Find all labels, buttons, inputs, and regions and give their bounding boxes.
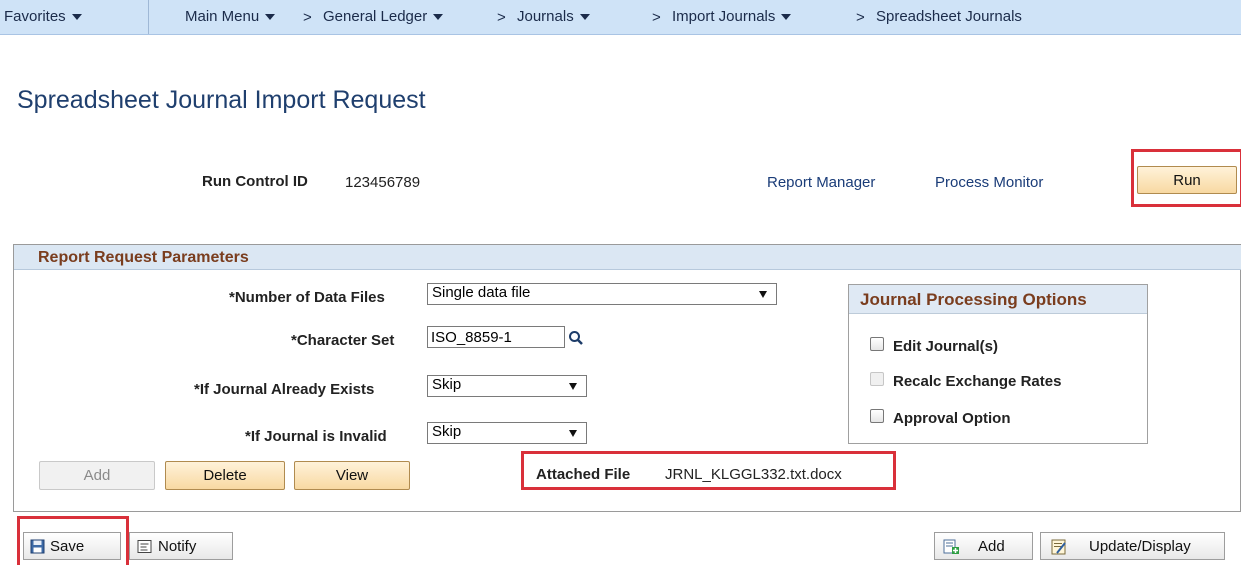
recalc-exchange-rates-label: Recalc Exchange Rates <box>893 373 1062 390</box>
number-of-data-files-select[interactable]: Single data file <box>427 283 777 305</box>
if-journal-is-invalid-select[interactable]: Skip <box>427 422 587 444</box>
main-menu[interactable]: Main Menu <box>185 9 276 25</box>
add-toolbar-button[interactable]: Add <box>934 532 1033 560</box>
process-monitor-link[interactable]: Process Monitor <box>935 174 1043 191</box>
notify-button[interactable]: Notify <box>129 532 233 560</box>
update-display-icon <box>1051 539 1066 555</box>
breadcrumb-journals[interactable]: Journals <box>517 9 590 25</box>
edit-journals-label: Edit Journal(s) <box>893 338 999 355</box>
favorites-menu[interactable]: Favorites <box>4 9 82 25</box>
number-of-data-files-value: Single data file <box>432 284 531 301</box>
chevron-down-icon <box>265 14 276 21</box>
dropdown-arrow-icon <box>569 430 577 437</box>
if-journal-is-invalid-label: *If Journal is Invalid <box>245 428 387 445</box>
run-control-id-value: 123456789 <box>345 174 421 191</box>
approval-option-checkbox[interactable] <box>870 409 884 423</box>
notify-icon <box>137 540 152 553</box>
add-page-icon <box>943 539 959 554</box>
breadcrumb-separator: > <box>303 9 312 26</box>
character-set-input[interactable] <box>427 326 565 348</box>
breadcrumb-general-ledger[interactable]: General Ledger <box>323 9 444 25</box>
breadcrumb-import-journals[interactable]: Import Journals <box>672 9 792 25</box>
dropdown-arrow-icon <box>759 291 767 298</box>
update-display-label: Update/Display <box>1089 538 1191 555</box>
breadcrumb-separator: > <box>652 9 661 26</box>
if-journal-already-exists-select[interactable]: Skip <box>427 375 587 397</box>
character-set-label: *Character Set <box>291 332 395 349</box>
notify-label: Notify <box>158 538 197 555</box>
chevron-down-icon <box>433 14 444 21</box>
approval-option-label: Approval Option <box>893 410 1011 427</box>
add-file-button[interactable]: Add <box>39 461 155 490</box>
chevron-down-icon <box>781 14 792 21</box>
chevron-down-icon <box>71 14 82 21</box>
delete-file-button[interactable]: Delete <box>165 461 285 490</box>
attached-file-highlight-box <box>521 451 896 490</box>
number-of-data-files-label: *Number of Data Files <box>229 289 385 306</box>
edit-journals-checkbox[interactable] <box>870 337 884 351</box>
dropdown-arrow-icon <box>569 383 577 390</box>
if-journal-already-exists-value: Skip <box>432 376 462 393</box>
chevron-down-icon <box>579 14 590 21</box>
breadcrumb-separator: > <box>497 9 506 26</box>
run-highlight-box <box>1131 149 1241 207</box>
add-toolbar-label: Add <box>978 538 1005 555</box>
recalc-exchange-rates-checkbox[interactable] <box>870 372 884 386</box>
save-highlight-box <box>17 516 129 565</box>
if-journal-is-invalid-value: Skip <box>432 423 462 440</box>
breadcrumb-separator: > <box>856 9 865 26</box>
breadcrumb-spreadsheet-journals[interactable]: Spreadsheet Journals <box>876 9 1022 25</box>
run-control-id-label: Run Control ID <box>202 173 308 190</box>
journal-processing-options-title: Journal Processing Options <box>860 290 1087 309</box>
view-file-button[interactable]: View <box>294 461 410 490</box>
report-manager-link[interactable]: Report Manager <box>767 174 875 191</box>
update-display-button[interactable]: Update/Display <box>1040 532 1225 560</box>
if-journal-already-exists-label: *If Journal Already Exists <box>194 381 375 398</box>
report-request-parameters-title: Report Request Parameters <box>38 249 249 266</box>
lookup-icon[interactable] <box>568 330 584 346</box>
page-title: Spreadsheet Journal Import Request <box>17 86 426 114</box>
